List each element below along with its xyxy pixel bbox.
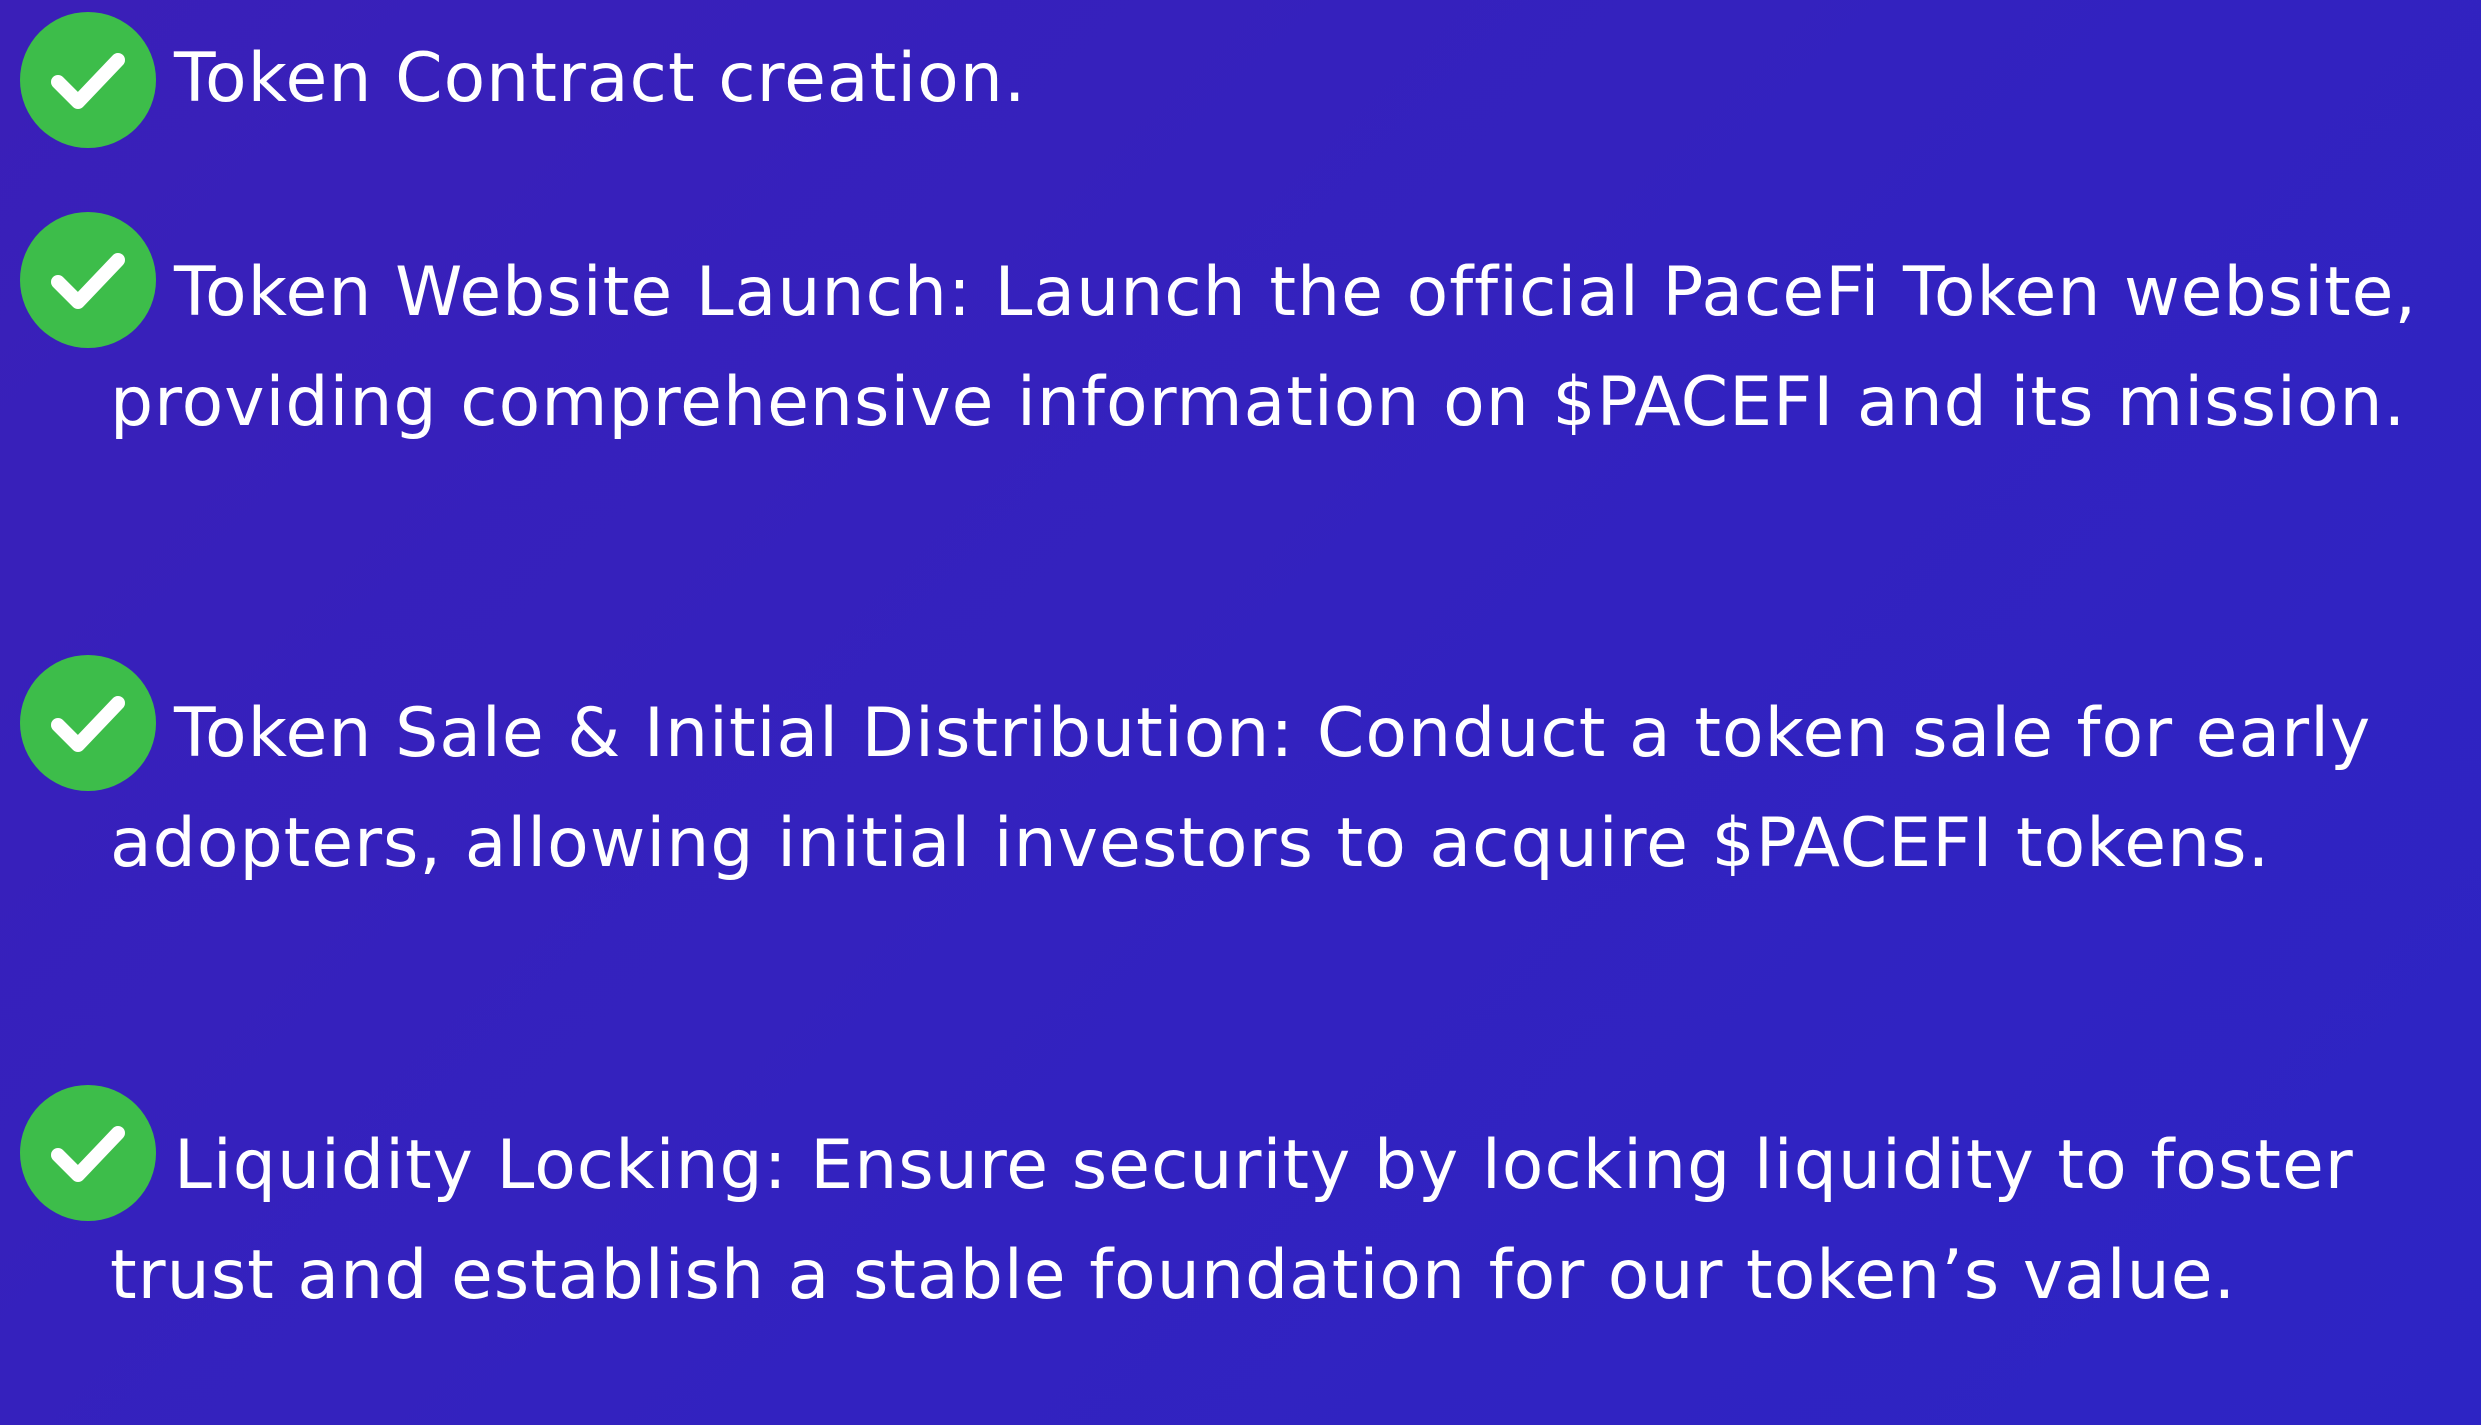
roadmap-checklist: Token Contract creation. Token Website L… bbox=[0, 0, 2481, 1425]
checklist-item-text: Token Website Launch: Launch the officia… bbox=[110, 253, 2418, 442]
checklist-item-text: Token Contract creation. bbox=[174, 39, 1027, 118]
checklist-item-text: Liquidity Locking: Ensure security by lo… bbox=[110, 1126, 2354, 1315]
checklist-item-text: Token Sale & Initial Distribution: Condu… bbox=[110, 694, 2372, 883]
